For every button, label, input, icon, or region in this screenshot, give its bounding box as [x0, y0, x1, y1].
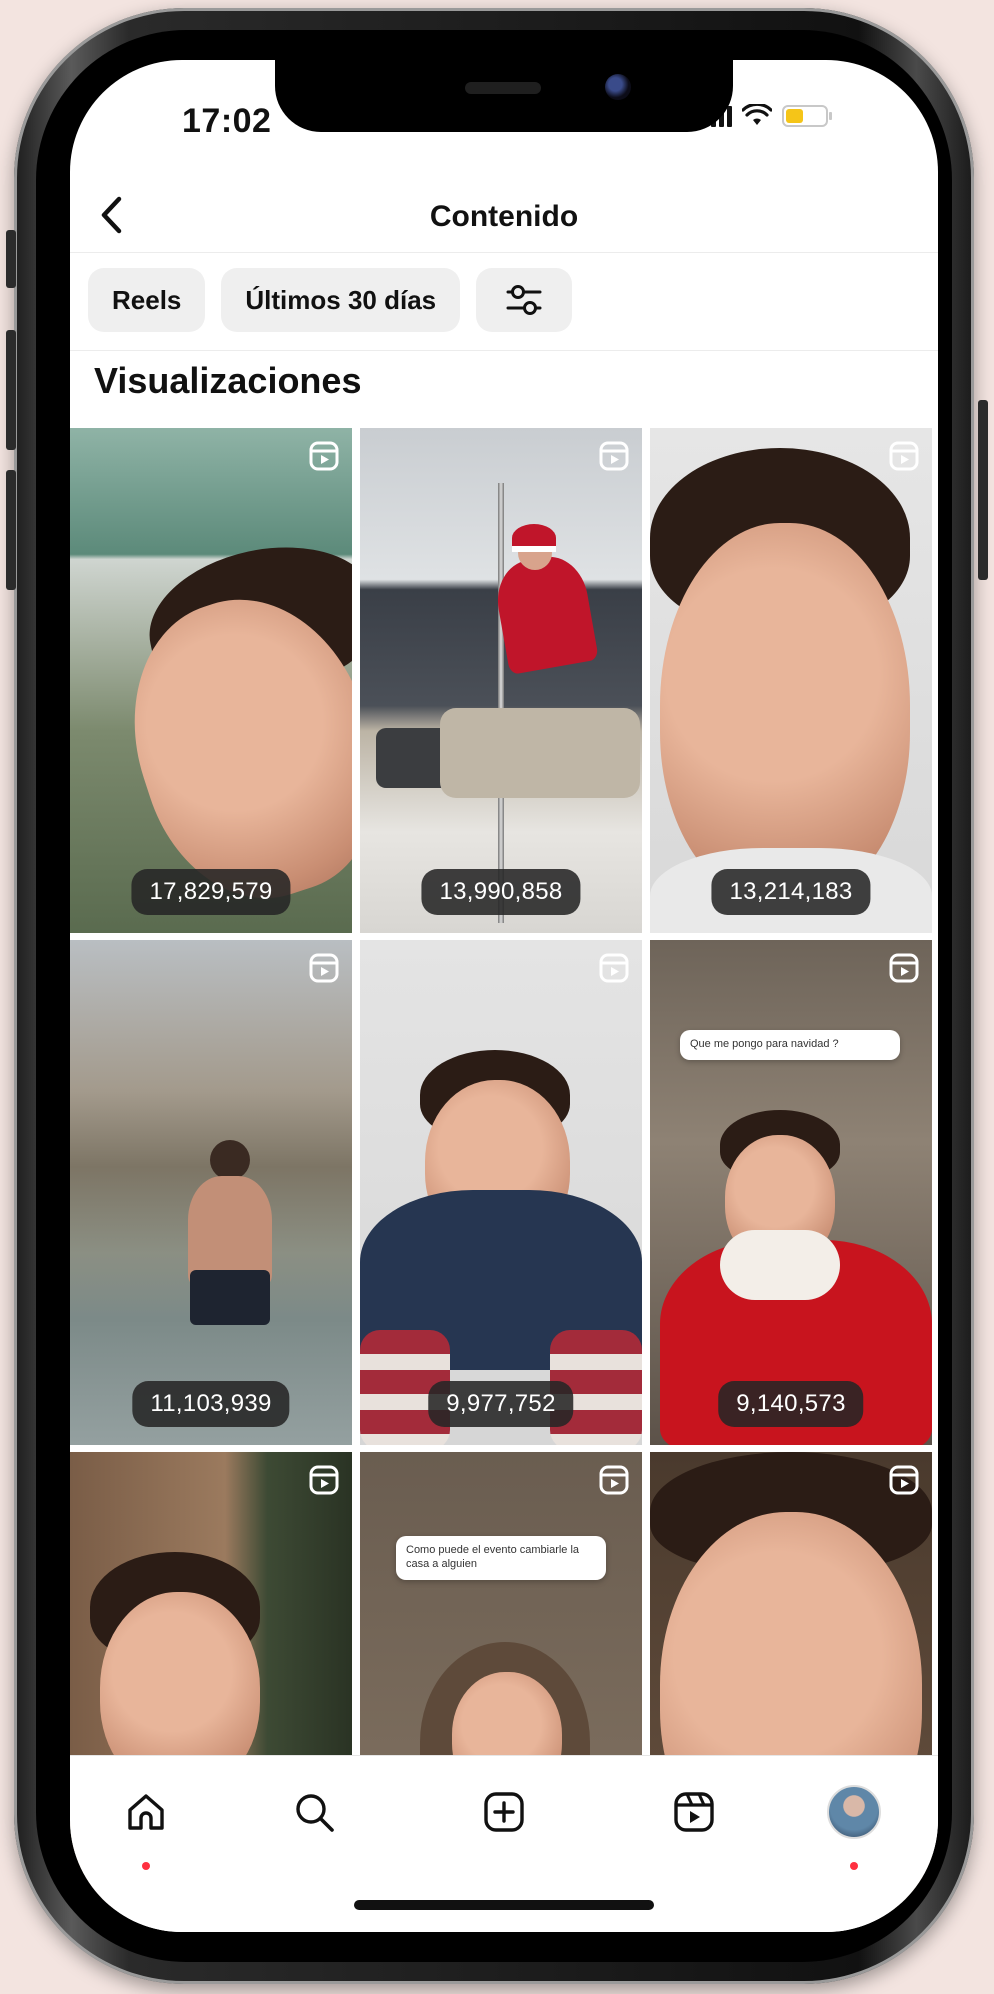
reel-icon	[309, 441, 339, 471]
tab-search[interactable]	[284, 1782, 344, 1842]
create-icon	[484, 1792, 524, 1832]
section-title: Visualizaciones	[94, 360, 362, 401]
wifi-icon	[742, 104, 772, 125]
question-sticker: Que me pongo para navidad ?	[680, 1030, 900, 1060]
reel-icon	[599, 441, 629, 471]
speaker-grille	[465, 82, 541, 94]
view-count: 17,829,579	[131, 869, 291, 915]
tab-create[interactable]	[474, 1782, 534, 1842]
profile-avatar	[827, 1785, 881, 1839]
reel-tile[interactable]: 13,990,858	[360, 428, 642, 933]
content-type-filter[interactable]: Reels	[88, 268, 206, 332]
reel-tile[interactable]: 17,829,579	[70, 428, 352, 933]
home-indicator[interactable]	[354, 1900, 654, 1910]
volume-up-button	[6, 330, 16, 450]
battery-icon	[782, 105, 832, 127]
mute-switch	[6, 230, 16, 288]
date-range-filter[interactable]: Últimos 30 días	[221, 268, 461, 332]
reel-icon	[889, 441, 919, 471]
question-sticker: Como puede el evento cambiarle la casa a…	[396, 1536, 606, 1580]
reel-icon	[889, 953, 919, 983]
reels-icon	[674, 1792, 714, 1832]
filter-divider	[70, 350, 938, 351]
reel-icon	[309, 1465, 339, 1495]
reel-tile[interactable]: Que me pongo para navidad ? 9,140,573	[650, 940, 932, 1445]
notch	[275, 60, 733, 132]
question-text: Que me pongo para navidad ?	[690, 1038, 839, 1050]
filter-settings-button[interactable]	[476, 268, 573, 332]
reel-tile[interactable]: 9,977,752	[360, 940, 642, 1445]
tab-reels[interactable]	[664, 1782, 724, 1842]
page-title: Contenido	[429, 200, 579, 233]
search-icon	[296, 1794, 334, 1832]
view-count: 13,990,858	[421, 869, 581, 915]
tab-home[interactable]	[116, 1782, 176, 1870]
filter-bar: Reels Últimos 30 días	[88, 268, 573, 332]
front-camera	[605, 74, 631, 100]
phone-screen: 17:02 Contenido Reels Últimos 30 días Vi…	[70, 60, 938, 1932]
reel-icon	[599, 1465, 629, 1495]
status-time: 17:02	[182, 102, 272, 140]
reels-grid: 17,829,579 13,990,858 13,214,183 11,103,…	[70, 428, 938, 1908]
power-button	[978, 400, 988, 580]
notification-dot	[850, 1862, 858, 1870]
view-count: 13,214,183	[711, 869, 871, 915]
reel-icon	[309, 953, 339, 983]
reel-icon	[599, 953, 629, 983]
home-icon	[128, 1794, 164, 1830]
volume-down-button	[6, 470, 16, 590]
bottom-tab-bar	[70, 1755, 938, 1932]
reel-tile[interactable]: 13,214,183	[650, 428, 932, 933]
top-nav: Contenido	[70, 170, 938, 260]
tab-profile[interactable]	[824, 1782, 884, 1870]
reel-icon	[889, 1465, 919, 1495]
view-count: 11,103,939	[132, 1381, 290, 1427]
notification-dot	[142, 1862, 150, 1870]
view-count: 9,140,573	[718, 1381, 864, 1427]
sliders-icon	[506, 285, 542, 315]
header-divider	[70, 252, 938, 253]
question-text: Como puede el evento cambiarle la casa a…	[406, 1544, 580, 1570]
reel-tile[interactable]: 11,103,939	[70, 940, 352, 1445]
view-count: 9,977,752	[428, 1381, 574, 1427]
